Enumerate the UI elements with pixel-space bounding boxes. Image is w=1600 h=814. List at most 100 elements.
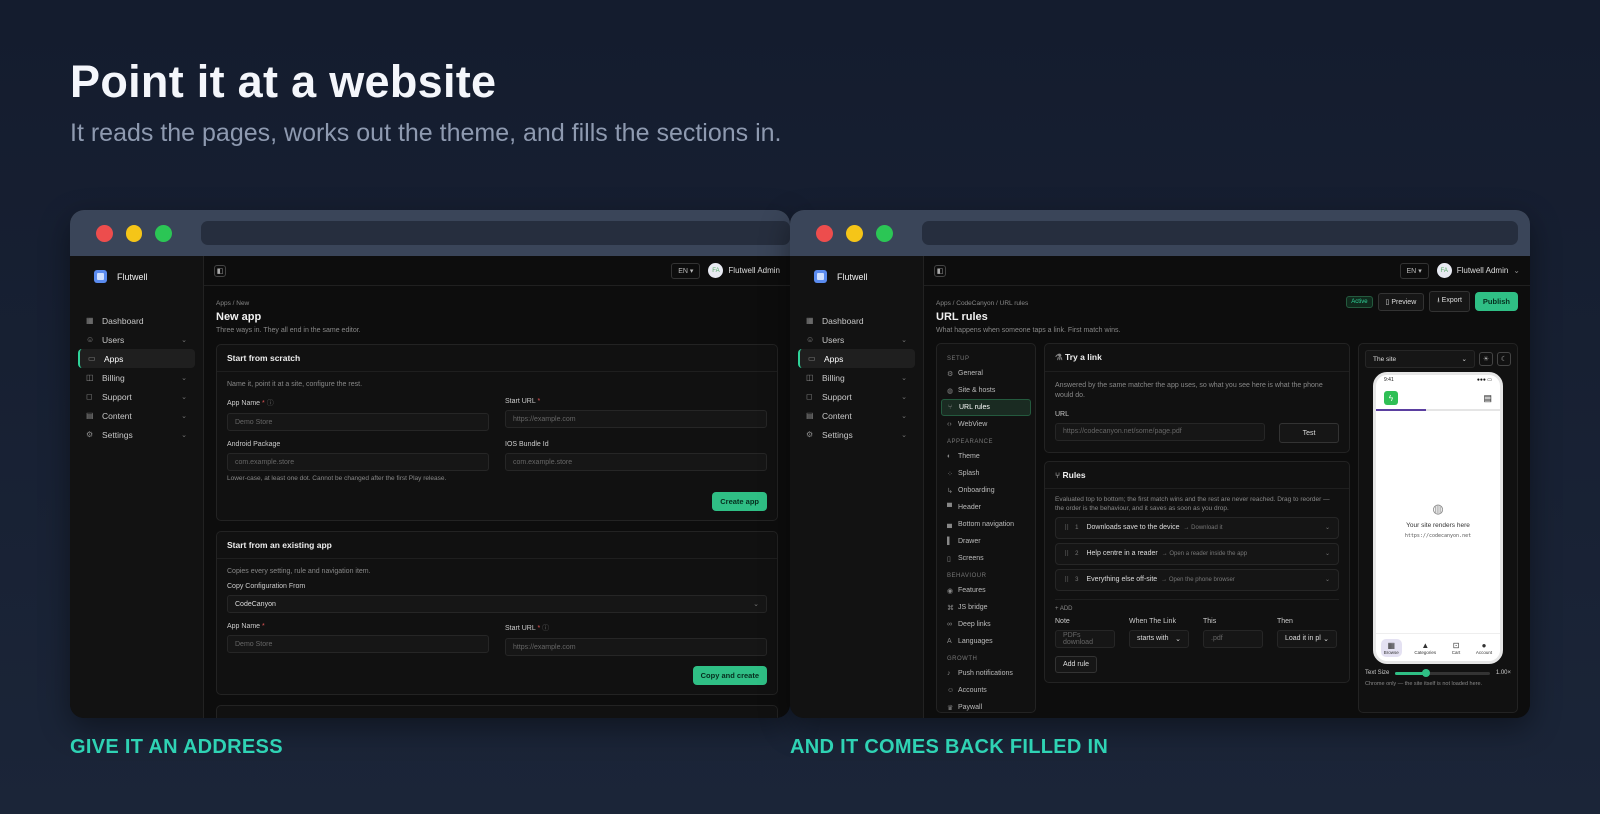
minimize-dot[interactable] — [846, 224, 863, 242]
subnav-item-features[interactable]: ◉ Features — [941, 582, 1031, 599]
copy-and-create-button[interactable]: Copy and create — [692, 666, 767, 685]
user-menu[interactable]: FA Flutwell Admin — [708, 263, 780, 278]
text-size-slider[interactable] — [1395, 668, 1490, 677]
app-name-input[interactable]: Demo Store — [227, 635, 489, 653]
url-label: URL — [1055, 410, 1070, 418]
copy-config-select[interactable]: CodeCanyon ⌄ — [227, 595, 767, 613]
create-app-button[interactable]: Create app — [712, 492, 767, 511]
avatar: FA — [708, 263, 724, 278]
drag-handle-icon[interactable]: ⠿ — [1064, 550, 1069, 558]
rule-label: Help centre in a reader — [1086, 550, 1158, 558]
address-bar[interactable] — [922, 221, 1518, 245]
sidebar-item-users[interactable]: ☺ Users ⌄ — [78, 330, 195, 349]
sidebar-item-billing[interactable]: ◫ Billing ⌄ — [798, 368, 915, 387]
chevron-down-icon[interactable]: ⌄ — [1325, 550, 1330, 557]
drag-handle-icon[interactable]: ⠿ — [1064, 576, 1069, 584]
rule-row[interactable]: ⠿ 2 Help centre in a reader → Open a reader… — [1055, 542, 1339, 565]
add-rule-button[interactable]: Add rule — [1055, 655, 1098, 673]
subnav-item-site-hosts[interactable]: ◍ Site & hosts — [941, 382, 1031, 399]
ios-bundle-input[interactable]: com.example.store — [505, 453, 767, 471]
start-url-input[interactable]: https://example.com — [505, 638, 767, 656]
then-select[interactable]: Load it in pl ⌄ — [1277, 629, 1337, 648]
minimize-dot[interactable] — [125, 224, 143, 242]
close-dot[interactable] — [96, 224, 113, 242]
moon-icon[interactable]: ☾ — [1497, 352, 1511, 366]
subnav-item-drawer[interactable]: ▌ Drawer — [941, 533, 1031, 550]
publish-button[interactable]: Publish — [1474, 292, 1518, 311]
phone-tab-account[interactable]: ● Account — [1473, 639, 1495, 657]
slider-handle[interactable] — [1421, 668, 1430, 677]
start-url-input[interactable]: https://example.com — [505, 410, 767, 428]
user-menu[interactable]: FA Flutwell Admin ⌄ — [1436, 263, 1520, 278]
splash-icon: ⁘ — [947, 470, 953, 478]
subnav-item-header[interactable]: ▀ Header — [941, 499, 1031, 516]
subnav-item-splash[interactable]: ⁘ Splash — [941, 465, 1031, 482]
card-title: Start from scratch — [217, 345, 777, 372]
phone-tab-cart[interactable]: ⊡ Cart — [1449, 639, 1464, 657]
sidebar-item-content[interactable]: ▤ Content ⌄ — [798, 406, 915, 425]
sidebar-item-settings[interactable]: ⚙ Settings ⌄ — [798, 425, 915, 444]
card-description: Name it, point it at a site, configure t… — [227, 381, 363, 388]
subnav-item-webview[interactable]: ‹› WebView — [941, 416, 1031, 433]
sidebar-item-dashboard[interactable]: ▦ Dashboard — [798, 311, 915, 330]
subnav-item-deep-links[interactable]: ∞ Deep links — [941, 616, 1031, 633]
test-button[interactable]: Test — [1279, 422, 1339, 443]
subnav-item-label: Drawer — [958, 538, 981, 545]
close-dot[interactable] — [816, 224, 833, 242]
chat-icon[interactable]: ▤ — [1483, 393, 1492, 404]
sidebar-toggle-icon[interactable]: ◧ — [214, 264, 226, 277]
content-icon: ▤ — [86, 411, 94, 420]
subnav-item-onboarding[interactable]: ↳ Onboarding — [941, 482, 1031, 499]
phone-tab-browse[interactable]: ▦ Browse — [1380, 638, 1402, 657]
this-input[interactable]: .pdf — [1203, 629, 1263, 648]
subnav-item-label: General — [958, 370, 983, 377]
phone-tab-categories[interactable]: ▲ Categories — [1411, 639, 1439, 657]
window-titlebar — [70, 210, 790, 256]
maximize-dot[interactable] — [155, 224, 173, 242]
sidebar-item-label: Settings — [102, 429, 133, 440]
language-select[interactable]: EN ▾ — [671, 262, 701, 279]
subnav-item-paywall[interactable]: ♛ Paywall — [941, 699, 1031, 712]
export-button[interactable]: ⭳ Export — [1429, 291, 1470, 312]
phone-tab-label: Cart — [1451, 649, 1461, 655]
chevron-down-icon[interactable]: ⌄ — [1325, 524, 1330, 531]
sidebar-item-apps[interactable]: ▭ Apps — [798, 349, 915, 368]
try-url-input[interactable]: https://codecanyon.net/some/page.pdf — [1055, 422, 1265, 441]
sidebar-item-users[interactable]: ☺ Users ⌄ — [798, 330, 915, 349]
android-package-input[interactable]: com.example.store — [227, 453, 489, 471]
subnav-item-push-notifications[interactable]: ♪ Push notifications — [941, 665, 1031, 682]
subnav-item-theme[interactable]: ◐ Theme — [941, 448, 1031, 465]
subnav-item-bottom-navigation[interactable]: ▄ Bottom navigation — [941, 516, 1031, 533]
browser-window-left: Flutwell ▦ Dashboard ☺ Users ⌄ ▭ Apps ◫ Billing ⌄… — [70, 210, 790, 718]
note-input[interactable]: PDFs download — [1055, 629, 1115, 648]
preview-source-select[interactable]: The site ⌄ — [1365, 350, 1475, 368]
sidebar-item-content[interactable]: ▤ Content ⌄ — [78, 406, 195, 425]
subnav-item-accounts[interactable]: ☺ Accounts — [941, 682, 1031, 699]
maximize-dot[interactable] — [876, 224, 893, 242]
rule-row[interactable]: ⠿ 3 Everything else off-site → Open the pho… — [1055, 568, 1339, 591]
drag-handle-icon[interactable]: ⠿ — [1064, 524, 1069, 532]
preview-button[interactable]: ▯ Preview — [1377, 292, 1425, 311]
sidebar-item-dashboard[interactable]: ▦ Dashboard — [78, 311, 195, 330]
subnav-item-url-rules[interactable]: ⑂ URL rules — [941, 399, 1031, 416]
sidebar-item-support[interactable]: ◻ Support ⌄ — [78, 387, 195, 406]
app-name-input[interactable]: Demo Store — [227, 413, 489, 431]
sidebar-item-billing[interactable]: ◫ Billing ⌄ — [78, 368, 195, 387]
sidebar-item-label: Apps — [824, 353, 844, 364]
address-bar[interactable] — [201, 221, 790, 245]
subnav-item-screens[interactable]: ▯ Screens — [941, 550, 1031, 567]
language-select[interactable]: EN ▾ — [1399, 262, 1429, 279]
sidebar-item-apps[interactable]: ▭ Apps — [78, 349, 195, 368]
scratch-card: Start from scratch Name it, point it at … — [216, 344, 778, 521]
sun-icon[interactable]: ☀ — [1479, 352, 1493, 366]
existing-card: Start from an existing app Copies every … — [216, 531, 778, 695]
subnav-item-languages[interactable]: A Languages — [941, 633, 1031, 650]
chevron-down-icon[interactable]: ⌄ — [1325, 576, 1330, 583]
rule-row[interactable]: ⠿ 1 Downloads save to the device → Download… — [1055, 516, 1339, 539]
sidebar-item-support[interactable]: ◻ Support ⌄ — [798, 387, 915, 406]
subnav-item-js-bridge[interactable]: ⌘ JS bridge — [941, 599, 1031, 616]
when-select[interactable]: starts with ⌄ — [1129, 629, 1189, 648]
sidebar-item-settings[interactable]: ⚙ Settings ⌄ — [78, 425, 195, 444]
sidebar-toggle-icon[interactable]: ◧ — [934, 264, 946, 277]
subnav-item-general[interactable]: ⚙ General — [941, 365, 1031, 382]
